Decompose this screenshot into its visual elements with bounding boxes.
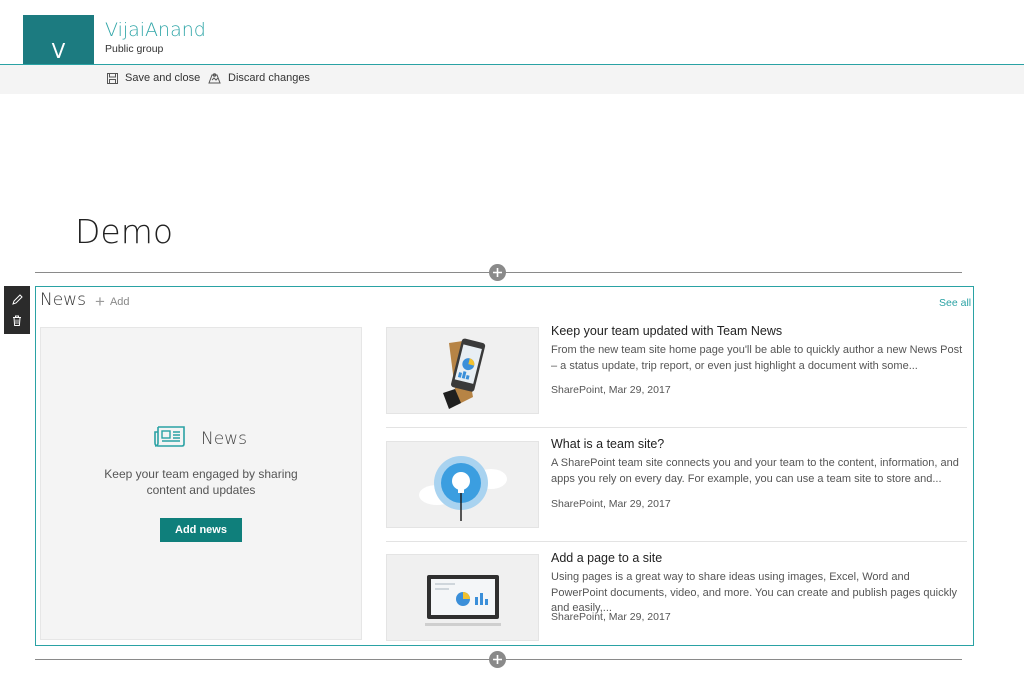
news-item-meta: SharePoint, Mar 29, 2017 <box>551 611 671 623</box>
news-item-description: From the new team site home page you'll … <box>551 344 963 372</box>
discard-icon <box>208 72 221 83</box>
save-and-close-label: Save and close <box>125 72 201 84</box>
placeholder-description: Keep your team engaged by sharing conten… <box>104 467 298 497</box>
news-item-title[interactable]: What is a team site? <box>551 437 664 451</box>
webpart-add-button[interactable]: + Add <box>95 292 130 311</box>
plus-icon <box>493 268 502 277</box>
site-logo-letter: V <box>51 38 66 63</box>
news-item-thumbnail[interactable] <box>386 327 539 414</box>
phone-chart-icon <box>442 338 485 409</box>
news-item-title[interactable]: Add a page to a site <box>551 551 662 565</box>
add-section-button-bottom[interactable] <box>489 651 506 668</box>
save-and-close-button[interactable]: Save and close <box>107 72 200 84</box>
newspaper-icon <box>154 425 186 452</box>
monitor-chart-icon <box>424 574 501 626</box>
discard-changes-button[interactable]: Discard changes <box>208 72 310 84</box>
add-plus-icon: + <box>95 292 105 311</box>
add-news-button[interactable]: Add news <box>160 518 242 542</box>
news-item-description: A SharePoint team site connects you and … <box>551 457 959 485</box>
add-section-button-top[interactable] <box>489 264 506 281</box>
news-item-thumbnail[interactable] <box>386 554 539 641</box>
news-item-meta: SharePoint, Mar 29, 2017 <box>551 498 671 510</box>
webpart-title[interactable]: News <box>40 290 86 310</box>
news-item-separator <box>386 427 967 428</box>
site-subtitle: Public group <box>105 43 164 55</box>
news-item-meta: SharePoint, Mar 29, 2017 <box>551 384 671 396</box>
news-item-title[interactable]: Keep your team updated with Team News <box>551 324 782 338</box>
discard-changes-label: Discard changes <box>228 72 310 84</box>
site-title[interactable]: VijaiAnand <box>105 19 206 41</box>
see-all-link[interactable]: See all <box>939 297 971 309</box>
plus-icon <box>493 655 502 664</box>
news-item-thumbnail[interactable] <box>386 441 539 528</box>
lightbulb-cloud-icon <box>418 455 507 521</box>
news-item-separator <box>386 541 967 542</box>
webpart-add-label: Add <box>109 296 130 308</box>
news-item-description: Using pages is a great way to share idea… <box>551 571 958 614</box>
placeholder-title: News <box>201 429 247 449</box>
page-title[interactable]: Demo <box>75 212 173 251</box>
save-icon <box>107 72 118 84</box>
edit-pencil-icon[interactable] <box>11 294 23 305</box>
webpart-edit-toolbar <box>4 286 30 334</box>
delete-trash-icon[interactable] <box>12 315 22 326</box>
